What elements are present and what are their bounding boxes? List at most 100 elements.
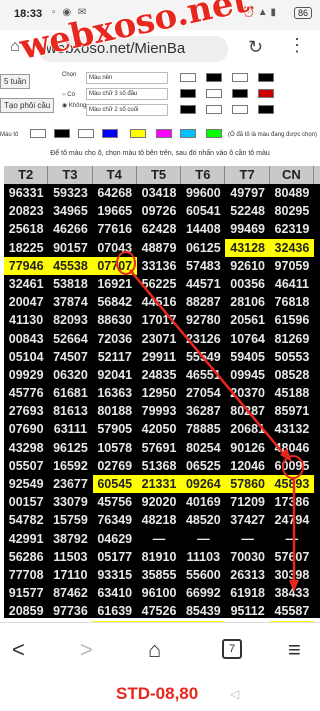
result-cell[interactable]: 57483 — [181, 257, 225, 275]
result-cell[interactable]: 96331 — [4, 184, 48, 202]
result-cell[interactable]: 45756 — [93, 493, 137, 511]
result-cell[interactable]: 38433 — [270, 584, 314, 602]
result-cell[interactable]: 80254 — [181, 439, 225, 457]
result-cell[interactable]: 07707 — [92, 256, 137, 275]
result-cell[interactable]: 77708 — [4, 566, 48, 584]
result-cell[interactable]: 24835 — [137, 366, 181, 384]
result-cell[interactable]: 23126 — [181, 330, 225, 348]
result-cell[interactable]: 41130 — [4, 311, 48, 329]
result-cell[interactable]: 23677 — [48, 475, 92, 493]
swatch-black[interactable] — [54, 129, 70, 138]
result-cell[interactable]: 14408 — [181, 220, 225, 238]
swatch-white[interactable] — [180, 73, 196, 82]
result-cell[interactable]: 97736 — [48, 602, 92, 620]
result-cell[interactable]: 00843 — [4, 330, 48, 348]
result-cell[interactable]: 80287 — [225, 402, 269, 420]
tab-count-button[interactable]: 7 — [222, 639, 242, 659]
result-cell[interactable]: 52117 — [93, 348, 137, 366]
result-cell[interactable]: 81613 — [48, 402, 92, 420]
result-cell[interactable]: 23071 — [137, 330, 181, 348]
result-cell[interactable]: 30398 — [270, 566, 314, 584]
result-cell[interactable]: 09945 — [225, 366, 269, 384]
result-cell[interactable]: 78885 — [181, 420, 225, 438]
result-cell[interactable]: 74507 — [48, 348, 92, 366]
result-cell[interactable]: 42050 — [137, 420, 181, 438]
result-cell[interactable]: 61639 — [93, 602, 137, 620]
result-cell[interactable]: 80489 — [270, 184, 314, 202]
result-cell[interactable]: 96100 — [137, 584, 181, 602]
result-cell[interactable]: — — [270, 530, 314, 548]
result-cell[interactable]: 61681 — [48, 384, 92, 402]
result-cell[interactable]: 17110 — [48, 566, 92, 584]
result-cell[interactable]: 34965 — [48, 202, 92, 220]
result-cell[interactable]: 96125 — [48, 439, 92, 457]
result-cell[interactable]: 62428 — [137, 220, 181, 238]
swatch-green[interactable] — [206, 129, 222, 138]
result-cell[interactable]: 00356 — [225, 275, 269, 293]
result-cell[interactable]: 76349 — [93, 511, 137, 529]
result-cell[interactable]: 79993 — [137, 402, 181, 420]
result-cell[interactable]: 77616 — [93, 220, 137, 238]
result-cell[interactable]: 99469 — [225, 220, 269, 238]
result-cell[interactable]: — — [225, 530, 269, 548]
result-cell[interactable]: 61918 — [225, 584, 269, 602]
result-cell[interactable]: 42991 — [4, 530, 48, 548]
result-cell[interactable]: 55600 — [181, 566, 225, 584]
result-cell[interactable]: 50553 — [270, 348, 314, 366]
result-cell[interactable]: 52664 — [48, 330, 92, 348]
swatch-black[interactable] — [206, 73, 222, 82]
result-cell[interactable]: 60541 — [181, 202, 225, 220]
result-cell[interactable]: 56225 — [137, 275, 181, 293]
result-cell[interactable]: 56842 — [93, 293, 137, 311]
swatch-blue[interactable] — [102, 129, 118, 138]
result-cell[interactable]: 95112 — [225, 602, 269, 620]
result-cell[interactable]: 72036 — [93, 330, 137, 348]
result-cell[interactable]: 09264 — [181, 475, 226, 494]
result-cell[interactable]: 27693 — [4, 402, 48, 420]
swatch-black[interactable] — [258, 105, 274, 114]
result-cell[interactable]: 15759 — [48, 511, 92, 529]
swatch-white[interactable] — [206, 89, 222, 98]
result-cell[interactable]: 06125 — [181, 239, 225, 257]
result-cell[interactable]: 88630 — [93, 311, 137, 329]
result-cell[interactable]: 16592 — [48, 457, 92, 475]
result-cell[interactable]: 70030 — [225, 548, 269, 566]
result-cell[interactable]: 87462 — [48, 584, 92, 602]
result-cell[interactable]: 92780 — [181, 311, 225, 329]
result-cell[interactable]: 48046 — [270, 439, 314, 457]
swatch-white[interactable] — [232, 73, 248, 82]
result-cell[interactable]: 92041 — [93, 366, 137, 384]
result-cell[interactable]: 32436 — [269, 238, 315, 257]
result-cell[interactable]: 25618 — [4, 220, 48, 238]
result-cell[interactable]: 46266 — [48, 220, 92, 238]
result-cell[interactable]: 06320 — [48, 366, 92, 384]
result-cell[interactable]: 92549 — [4, 475, 48, 493]
result-cell[interactable]: 45893 — [269, 475, 315, 494]
five-weeks-button[interactable]: 5 tuần — [0, 74, 31, 89]
result-cell[interactable]: 51368 — [137, 457, 181, 475]
result-cell[interactable]: 43132 — [270, 420, 314, 438]
result-cell[interactable]: 90157 — [48, 239, 92, 257]
result-cell[interactable]: 93315 — [93, 566, 137, 584]
result-cell[interactable]: 27054 — [181, 384, 225, 402]
swatch-white[interactable] — [78, 129, 94, 138]
result-cell[interactable]: 36287 — [181, 402, 225, 420]
result-cell[interactable]: 48520 — [181, 511, 225, 529]
result-cell[interactable]: 52248 — [225, 202, 269, 220]
result-cell[interactable]: 88287 — [181, 293, 225, 311]
result-cell[interactable]: 38792 — [48, 530, 92, 548]
result-cell[interactable]: 44516 — [137, 293, 181, 311]
result-cell[interactable]: 62319 — [270, 220, 314, 238]
forward-icon[interactable]: > — [80, 637, 93, 663]
swatch-black[interactable] — [258, 73, 274, 82]
swatch-black[interactable] — [180, 89, 196, 98]
result-cell[interactable]: 91577 — [4, 584, 48, 602]
result-cell[interactable]: 71209 — [225, 493, 269, 511]
swatch-white[interactable] — [30, 129, 46, 138]
option-co[interactable]: ○ Có — [62, 92, 75, 98]
result-cell[interactable]: 46551 — [181, 366, 225, 384]
result-cell[interactable]: 17386 — [270, 493, 314, 511]
result-cell[interactable]: 18225 — [4, 239, 48, 257]
swatch-white[interactable] — [232, 105, 248, 114]
result-cell[interactable]: 11103 — [181, 548, 225, 566]
